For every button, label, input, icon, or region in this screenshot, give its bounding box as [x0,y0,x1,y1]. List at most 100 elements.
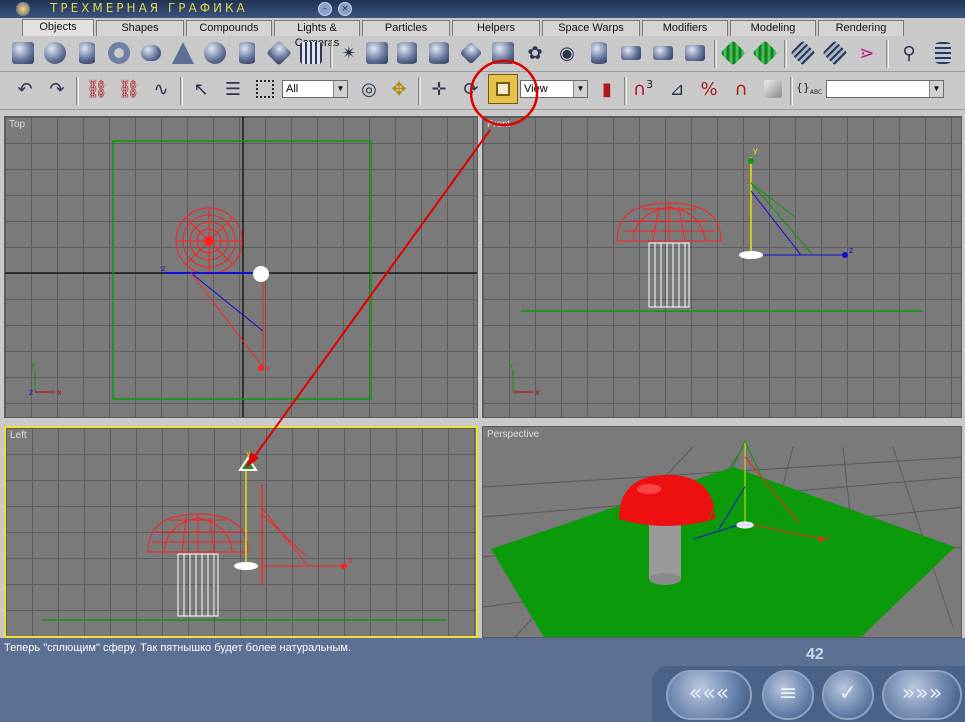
unlink-icon[interactable]: ⛓ [114,74,144,104]
select-rotate-icon[interactable]: ⟳ [456,74,486,104]
axis-label-z: z [161,264,165,273]
ringwave-icon[interactable]: ◉ [552,38,582,68]
status-panel: Теперь "сплющим" сферу. Так пятнышко буд… [0,638,965,722]
axis-label-x: x [57,388,62,397]
tab-modeling[interactable]: Modeling [730,20,816,36]
c-ext-icon[interactable] [648,38,678,68]
plane-grid-icon[interactable] [296,38,326,68]
prism-icon[interactable] [680,38,710,68]
snap-3d-icon[interactable]: ∩ 3 [628,74,658,104]
mushroom-left [147,513,249,617]
percent-snap-label: % [700,78,718,100]
nurbs-surface-icon[interactable] [788,38,818,68]
patch-grid-icon[interactable] [718,38,748,68]
tab-space-warps[interactable]: Space Warps [542,20,640,36]
title-bar: ТРЕХМЕРНАЯ ГРАФИКА – × [0,0,965,18]
tab-particles[interactable]: Particles [362,20,450,36]
oiltank-icon[interactable] [424,38,454,68]
target-marker-icon[interactable] [238,456,258,471]
chamfer-cyl-icon[interactable] [392,38,422,68]
geosphere-icon[interactable] [200,38,230,68]
tab-rendering[interactable]: Rendering [818,20,904,36]
box-icon[interactable] [8,38,38,68]
selection-filter-dropdown[interactable]: All ▼ [282,80,348,98]
spring-icon[interactable] [928,38,958,68]
tab-lights-cameras[interactable]: Lights & Cameras [274,20,360,49]
main-toolbar: ↶ ↷ ⛓ ⛓ ∿ ↖ ☰ All ▼ ◎ ✥ ✛ ⟳ View ▼ ▮ ∩ 3 … [0,74,965,110]
dummy-icon[interactable]: ⚲ [894,38,924,68]
cone-icon[interactable] [168,38,198,68]
named-selection-dropdown[interactable]: ▼ [826,80,944,98]
viewport-left[interactable]: Left x y [4,426,478,638]
axis-label-x: x [535,388,540,397]
select-object-icon[interactable]: ↖ [186,74,216,104]
select-scale-icon[interactable] [488,74,518,104]
reference-coord-dropdown[interactable]: View ▼ [520,80,588,98]
select-and-link-icon[interactable]: ⛓ [82,74,112,104]
gengon-icon[interactable] [488,38,518,68]
snap-dimension-label: 3 [646,77,654,91]
next-button[interactable]: »»» [882,670,962,720]
sphere-icon[interactable] [40,38,70,68]
named-selection-icon[interactable]: {}ABC [794,74,824,104]
perspective-scene: x [483,440,961,637]
viewport-front[interactable]: Front z y y x [482,116,962,418]
spindle-icon[interactable] [456,38,486,68]
top-scene: x z y x z [5,117,477,417]
axis-label-z: z [849,246,853,255]
l-ext-icon[interactable] [616,38,646,68]
max-interface: Objects Shapes Compounds Lights & Camera… [0,18,965,638]
contents-button[interactable]: ≡ [762,670,814,720]
navigation-panel: ««« ≡ ✓ »»» [652,666,965,722]
tab-helpers[interactable]: Helpers [452,20,540,36]
axis-label-y: y [246,449,251,458]
tab-objects[interactable]: Objects [22,19,94,36]
pyramid-icon[interactable] [264,38,294,68]
viewport-perspective[interactable]: Perspective x [482,426,962,638]
window-crossing-icon[interactable]: ◎ [354,74,384,104]
axis-label-x: x [265,364,270,373]
torus-icon[interactable] [104,38,134,68]
ground-plane [491,467,955,637]
reference-coord-value: View [524,83,548,95]
bones-icon[interactable]: ⋗ [852,38,882,68]
back-button[interactable]: ««« [666,670,752,720]
selection-region-icon[interactable] [250,74,280,104]
tube-icon[interactable] [232,38,262,68]
pivot-center-icon[interactable]: ▮ [592,74,622,104]
tab-compounds[interactable]: Compounds [186,20,272,36]
ground-plane-outline [112,140,372,400]
axis-label-y: y [753,146,758,155]
hedra-icon[interactable]: ✴ [334,38,364,68]
redo-icon[interactable]: ↷ [42,74,72,104]
axis-label-y: y [509,360,514,369]
cv-surface-icon[interactable] [820,38,850,68]
tab-shapes[interactable]: Shapes [96,20,184,36]
tab-modifiers[interactable]: Modifiers [642,20,728,36]
select-and-manipulate-icon[interactable]: ✥ [384,74,414,104]
check-button[interactable]: ✓ [822,670,874,720]
chevron-down-icon: ▼ [333,81,347,97]
minimize-button[interactable]: – [318,2,332,16]
undo-icon[interactable]: ↶ [10,74,40,104]
bind-space-warp-icon[interactable]: ∿ [146,74,176,104]
percent-snap-icon[interactable]: % [694,74,724,104]
edit-named-selection-icon[interactable] [758,74,788,104]
select-move-icon[interactable]: ✛ [424,74,454,104]
axis-label-x: x [825,534,830,543]
chamfer-box-icon[interactable] [362,38,392,68]
select-by-name-icon[interactable]: ☰ [218,74,248,104]
angle-snap-icon[interactable]: ⊿ [662,74,692,104]
light-gizmo[interactable] [253,266,269,282]
axis-label-y: y [31,360,36,369]
torus-knot-icon[interactable]: ✿ [520,38,550,68]
viewport-top[interactable]: Top x z y x z [4,116,478,418]
cylinder-icon[interactable] [72,38,102,68]
page-number: 42 [806,646,824,663]
hose-icon[interactable] [584,38,614,68]
tri-patch-icon[interactable] [750,38,780,68]
close-button[interactable]: × [338,2,352,16]
teapot-icon[interactable] [136,38,166,68]
mushroom-cap-top [175,207,243,275]
spinner-snap-icon[interactable]: ∩ [726,74,756,104]
